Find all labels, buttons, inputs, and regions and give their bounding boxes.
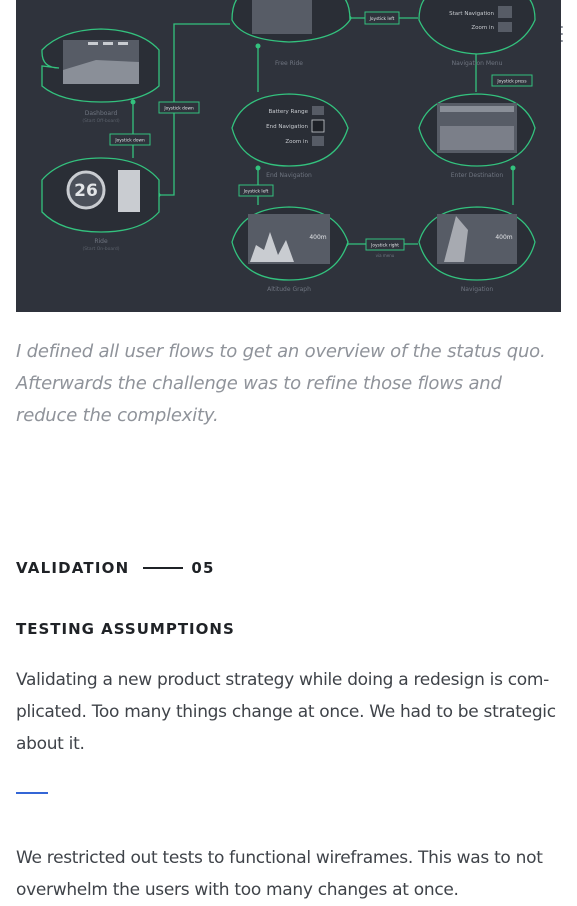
svg-text:End Navigation: End Navigation	[266, 172, 312, 179]
svg-text:Joystick left: Joystick left	[369, 16, 395, 22]
action-label: Joystick left	[238, 184, 274, 197]
svg-text:(Start Off-board): (Start Off-board)	[82, 118, 119, 124]
body-paragraph: Validating a new product strategy while …	[16, 670, 556, 754]
svg-text:(Start On-board): (Start On-board)	[83, 246, 120, 252]
svg-text:26: 26	[74, 181, 98, 201]
svg-text:400m: 400m	[309, 234, 326, 241]
screen-ride: 26 Ride (Start On-board)	[41, 157, 160, 252]
svg-text:Navigation Menu: Navigation Menu	[452, 60, 503, 67]
action-label: Joystick down	[109, 133, 151, 146]
section-label-text: VALIDATION	[16, 559, 130, 577]
action-label: Joystick press	[491, 74, 533, 87]
svg-text:Zoom in: Zoom in	[471, 25, 494, 31]
svg-text:Joystick press: Joystick press	[496, 79, 527, 85]
screen-enter-destination: Enter Destination	[418, 93, 536, 179]
svg-text:End Navigation: End Navigation	[266, 124, 308, 130]
svg-text:Battery Range: Battery Range	[268, 109, 308, 115]
svg-text:Joystick right: Joystick right	[370, 243, 399, 249]
action-label: Joystick left	[364, 11, 400, 25]
screen-navigation: 400m Navigation	[418, 206, 536, 293]
svg-text:via menu: via menu	[376, 253, 395, 258]
body-paragraph: We restricted out tests to functional wi…	[16, 848, 543, 900]
svg-text:Free Ride: Free Ride	[275, 60, 303, 67]
svg-text:Ride: Ride	[94, 238, 108, 245]
screen-altitude-graph: 400m Altitude Graph	[231, 206, 349, 293]
svg-text:Start Navigation: Start Navigation	[449, 11, 494, 17]
section-label: VALIDATION 05	[16, 556, 215, 580]
svg-text:Navigation: Navigation	[461, 286, 494, 293]
svg-text:Zoom in: Zoom in	[285, 139, 308, 145]
accent-divider	[16, 792, 48, 794]
svg-text:Joystick down: Joystick down	[114, 138, 145, 144]
screen-free-ride: Free Ride	[231, 0, 351, 67]
user-flow-diagram: Dashboard (Start Off-board) 26 Ride (Sta…	[16, 0, 561, 312]
section-divider	[143, 567, 184, 569]
svg-text:Joystick left: Joystick left	[243, 189, 269, 195]
screen-end-navigation: Battery Range End Navigation Zoom in End…	[231, 93, 349, 179]
svg-text:Enter Destination: Enter Destination	[451, 172, 504, 179]
screen-dashboard: Dashboard (Start Off-board)	[41, 28, 160, 124]
section-subheading: TESTING ASSUMPTIONS	[16, 620, 235, 638]
section-number: 05	[191, 559, 215, 577]
svg-text:Joystick down: Joystick down	[163, 106, 194, 112]
svg-text:400m: 400m	[495, 234, 512, 241]
svg-text:Dashboard: Dashboard	[85, 110, 118, 117]
diagram-caption: I defined all user flows to get an overv…	[16, 341, 546, 426]
action-label: Joystick right via menu	[365, 238, 405, 258]
svg-text:Altitude Graph: Altitude Graph	[267, 286, 311, 293]
screen-navigation-menu: Start Navigation Zoom in Navigation Menu	[418, 0, 536, 67]
action-label: Joystick down	[158, 101, 200, 114]
